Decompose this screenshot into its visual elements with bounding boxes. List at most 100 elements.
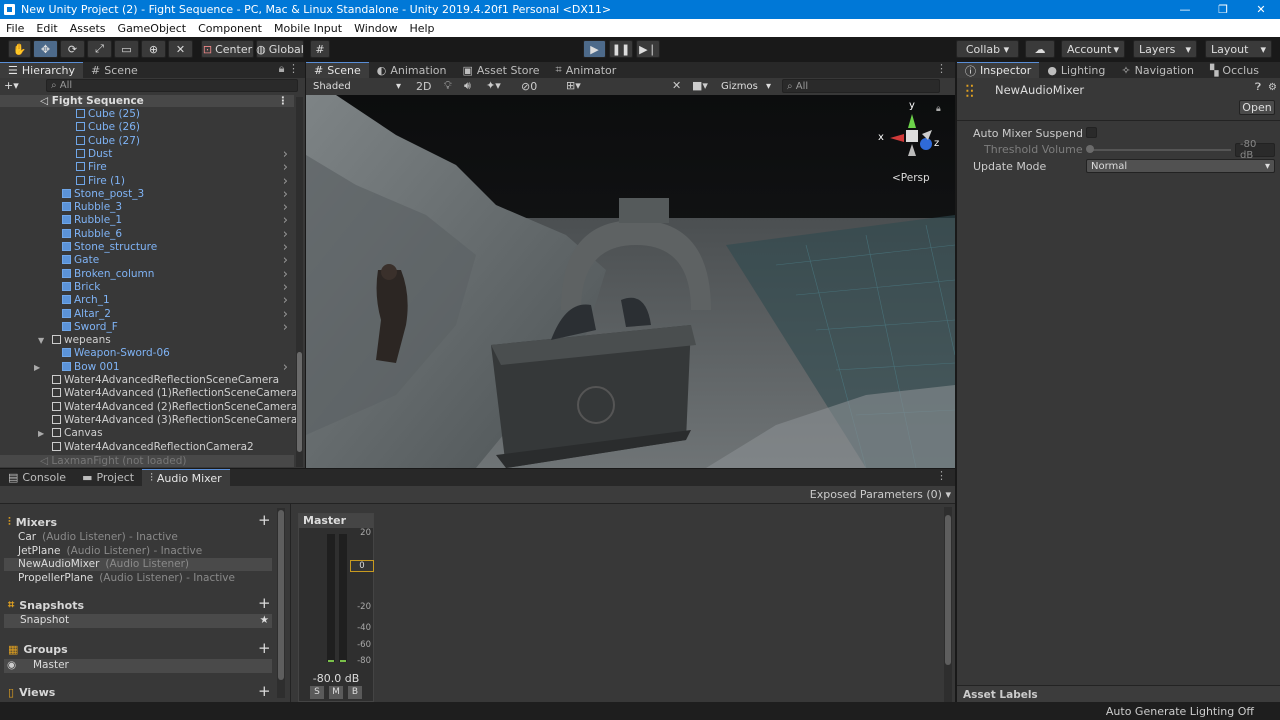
- menu-component[interactable]: Component: [192, 22, 268, 35]
- add-snapshot-button[interactable]: +: [258, 596, 271, 611]
- hierarchy-item[interactable]: Broken_column ›: [0, 268, 292, 281]
- mute-button[interactable]: M: [329, 686, 343, 699]
- tab-console[interactable]: ▤ Console: [0, 469, 74, 486]
- hierarchy-item[interactable]: Cube (25): [0, 108, 292, 121]
- solo-button[interactable]: S: [310, 686, 324, 699]
- menu-assets[interactable]: Assets: [64, 22, 112, 35]
- mixer-scrollbar[interactable]: [944, 507, 952, 702]
- 2d-toggle[interactable]: 2D: [416, 80, 431, 93]
- gizmo-lock-icon[interactable]: 🔒︎: [936, 104, 941, 114]
- fold-arrow-icon[interactable]: ▶: [34, 361, 40, 374]
- hierarchy-item[interactable]: Arch_1 ›: [0, 294, 292, 307]
- cloud-icon[interactable]: ☁: [1025, 40, 1055, 58]
- projection-toggle[interactable]: <Persp: [892, 172, 930, 184]
- step-button[interactable]: ▶❘: [636, 40, 660, 58]
- camera-icon[interactable]: ■▾: [692, 79, 708, 92]
- hierarchy-search-input[interactable]: ⌕ All: [46, 79, 298, 92]
- hierarchy-item[interactable]: Stone_post_3 ›: [0, 188, 292, 201]
- update-mode-dropdown[interactable]: Normal ▾: [1086, 159, 1275, 173]
- orientation-gizmo[interactable]: y x z: [876, 100, 941, 172]
- hierarchy-item[interactable]: Gate ›: [0, 254, 292, 267]
- prefab-expand-icon[interactable]: ›: [283, 254, 288, 267]
- prefab-expand-icon[interactable]: ›: [283, 161, 288, 174]
- hierarchy-item[interactable]: Water4Advanced (1)ReflectionSceneCamera: [0, 387, 297, 400]
- help-icon[interactable]: ❓︎: [1255, 82, 1261, 93]
- hierarchy-item[interactable]: ▶ Bow 001 ›: [0, 361, 292, 374]
- add-mixer-button[interactable]: +: [258, 513, 271, 528]
- tab-lighting[interactable]: ● Lighting: [1039, 62, 1113, 78]
- prefab-expand-icon[interactable]: ›: [283, 321, 288, 334]
- asset-labels-header[interactable]: Asset Labels: [957, 685, 1280, 702]
- eye-icon[interactable]: ◉: [7, 659, 16, 672]
- scene-header-row[interactable]: ◁ Fight Sequence ⋮: [0, 95, 294, 107]
- hierarchy-item[interactable]: Fire ›: [0, 161, 292, 174]
- hierarchy-item[interactable]: ▼ wepeans: [0, 334, 292, 347]
- hierarchy-item[interactable]: Cube (27): [0, 135, 292, 148]
- hierarchy-item[interactable]: Fire (1) ›: [0, 175, 292, 188]
- hierarchy-item[interactable]: Cube (26): [0, 121, 292, 134]
- hierarchy-scroll-thumb[interactable]: [297, 352, 302, 452]
- prefab-expand-icon[interactable]: ›: [283, 188, 288, 201]
- auto-mixer-suspend-checkbox[interactable]: [1086, 127, 1097, 138]
- hierarchy-item[interactable]: Rubble_6 ›: [0, 228, 292, 241]
- menu-gameobject[interactable]: GameObject: [112, 22, 193, 35]
- mixer-row[interactable]: Car (Audio Listener) - Inactive: [4, 531, 272, 544]
- hierarchy-item[interactable]: Weapon-Sword-06: [0, 347, 292, 360]
- fold-arrow-icon[interactable]: ▼: [38, 334, 44, 347]
- play-button[interactable]: ▶: [583, 40, 606, 58]
- tab-project[interactable]: ▬ Project: [74, 469, 142, 486]
- hierarchy-item[interactable]: Water4AdvancedReflectionSceneCamera: [0, 374, 292, 387]
- prefab-expand-icon[interactable]: ›: [283, 201, 288, 214]
- pause-button[interactable]: ❚❚: [609, 40, 633, 58]
- menu-window[interactable]: Window: [348, 22, 403, 35]
- lighting-icon[interactable]: 💡︎: [444, 79, 452, 93]
- add-object-button[interactable]: +▾: [4, 79, 19, 92]
- tab-scene-secondary[interactable]: # Scene: [83, 62, 146, 78]
- hierarchy-item[interactable]: Sword_F ›: [0, 321, 292, 334]
- tools-icon[interactable]: ✕: [672, 79, 681, 92]
- tab-animation[interactable]: ◐ Animation: [369, 62, 455, 78]
- menu-file[interactable]: File: [0, 22, 30, 35]
- rotate-tool-icon[interactable]: ⟳: [60, 40, 85, 58]
- fold-arrow-icon[interactable]: ▶: [38, 427, 44, 440]
- settings-gear-icon[interactable]: ⚙: [1268, 82, 1277, 93]
- hierarchy-item[interactable]: Water4AdvancedReflectionCamera2: [0, 441, 292, 454]
- group-row[interactable]: ◉ Master: [4, 659, 272, 673]
- tab-scene[interactable]: # Scene: [306, 62, 369, 78]
- prefab-expand-icon[interactable]: ›: [283, 268, 288, 281]
- star-icon[interactable]: ★: [260, 614, 269, 627]
- hierarchy-scrollbar[interactable]: [296, 97, 303, 467]
- minimize-button[interactable]: —: [1166, 0, 1204, 19]
- scene-search-input[interactable]: ⌕ All: [782, 79, 940, 93]
- hierarchy-item[interactable]: Brick ›: [0, 281, 292, 294]
- prefab-expand-icon[interactable]: ›: [283, 361, 288, 374]
- grid-snap-icon[interactable]: #: [310, 40, 330, 58]
- rect-tool-icon[interactable]: ▭: [114, 40, 139, 58]
- tab-audio-mixer[interactable]: ⫶ Audio Mixer: [142, 469, 230, 486]
- snapshot-row[interactable]: Snapshot ★: [4, 614, 272, 628]
- menu-mobile-input[interactable]: Mobile Input: [268, 22, 348, 35]
- threshold-slider-track[interactable]: [1089, 149, 1231, 151]
- tab-hierarchy[interactable]: ☰ Hierarchy: [0, 62, 84, 78]
- prefab-expand-icon[interactable]: ›: [283, 294, 288, 307]
- threshold-slider-handle[interactable]: [1086, 145, 1094, 153]
- prefab-expand-icon[interactable]: ›: [283, 308, 288, 321]
- tab-inspector[interactable]: ⓘ Inspector: [957, 62, 1040, 78]
- unloaded-scene-row[interactable]: ◁ LaxmanFight (not loaded): [0, 455, 294, 467]
- scale-tool-icon[interactable]: ⤢: [87, 40, 112, 58]
- open-button[interactable]: Open: [1239, 100, 1275, 115]
- maximize-button[interactable]: ❐: [1204, 0, 1242, 19]
- audio-icon[interactable]: 🔊︎: [464, 79, 471, 93]
- hierarchy-item[interactable]: Rubble_3 ›: [0, 201, 292, 214]
- tab-navigation[interactable]: ✧ Navigation: [1113, 62, 1202, 78]
- effects-icon[interactable]: ✦▾: [486, 79, 501, 92]
- mixer-row[interactable]: JetPlane (Audio Listener) - Inactive: [4, 545, 272, 558]
- menu-edit[interactable]: Edit: [30, 22, 63, 35]
- move-tool-icon[interactable]: ✥: [33, 40, 58, 58]
- hand-tool-icon[interactable]: ✋: [8, 40, 31, 58]
- mixer-row[interactable]: NewAudioMixer (Audio Listener): [4, 558, 272, 571]
- tab-animator[interactable]: ⌗ Animator: [548, 62, 625, 78]
- transform-tool-icon[interactable]: ⊕: [141, 40, 166, 58]
- hidden-objects-icon[interactable]: ⊘0: [521, 80, 537, 93]
- hierarchy-item[interactable]: Stone_structure ›: [0, 241, 292, 254]
